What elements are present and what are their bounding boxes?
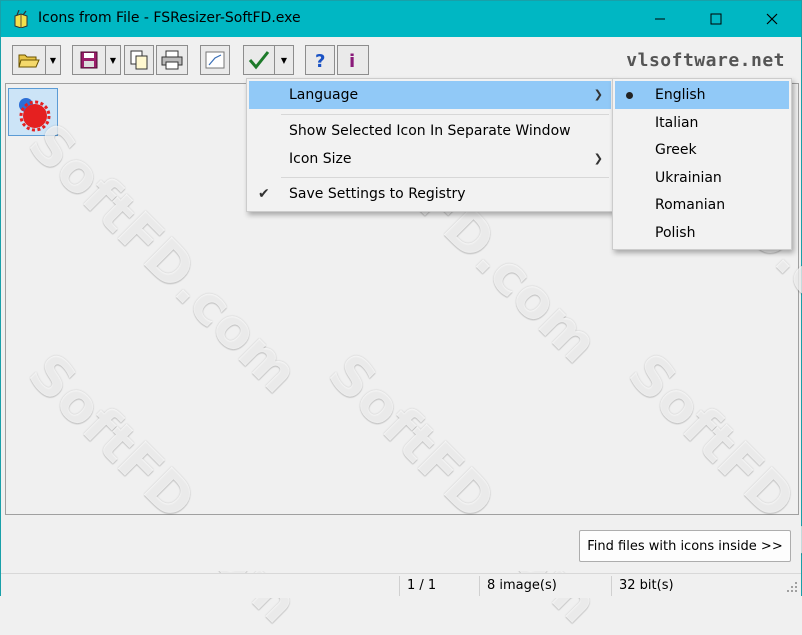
help-icon: ? (315, 51, 325, 70)
minimize-icon (655, 18, 665, 20)
close-button[interactable] (749, 1, 795, 37)
menu-item-icon-size[interactable]: Icon Size ❯ (249, 145, 611, 173)
floppy-disk-icon (80, 51, 98, 69)
status-bit-depth: 32 bit(s) (611, 576, 781, 596)
options-button[interactable] (243, 45, 275, 75)
copy-icon (130, 50, 148, 70)
language-label: Polish (655, 225, 696, 241)
gear-pair-icon (19, 98, 51, 132)
open-button[interactable] (12, 45, 46, 75)
open-dropdown-arrow[interactable]: ▼ (45, 45, 61, 75)
maximize-icon (710, 13, 722, 25)
status-image-count: 8 image(s) (479, 576, 611, 596)
title-bar: Icons from File - FSResizer-SoftFD.exe (1, 1, 801, 37)
chevron-right-icon: ❯ (593, 88, 603, 101)
minimize-button[interactable] (637, 1, 683, 37)
save-button[interactable] (72, 45, 106, 75)
menu-item-label: Icon Size (289, 151, 352, 167)
menu-separator (281, 114, 609, 115)
copy-button[interactable] (124, 45, 154, 75)
resize-grip-icon[interactable] (786, 581, 798, 593)
menu-item-label: Language (289, 87, 359, 103)
help-button[interactable]: ? (305, 45, 335, 75)
svg-text:i: i (349, 51, 355, 70)
menu-separator (281, 177, 609, 178)
language-item-greek[interactable]: Greek (615, 136, 789, 164)
chevron-right-icon: ❯ (593, 152, 603, 165)
open-folder-icon (18, 54, 40, 68)
language-label: Italian (655, 115, 699, 131)
checkmark-icon (248, 51, 270, 70)
icon-thumbnail[interactable] (8, 88, 58, 136)
menu-item-language[interactable]: Language ❯ (249, 81, 611, 109)
find-files-button[interactable]: Find files with icons inside >> (579, 530, 791, 562)
language-item-ukrainian[interactable]: Ukrainian (615, 164, 789, 192)
language-submenu: English Italian Greek Ukrainian Romanian… (612, 78, 792, 250)
print-button[interactable] (156, 45, 188, 75)
preview-button[interactable] (200, 45, 230, 75)
language-item-romanian[interactable]: Romanian (615, 191, 789, 219)
menu-item-save-settings[interactable]: ✔ Save Settings to Registry (249, 180, 611, 208)
app-window: Icons from File - FSResizer-SoftFD.exe ▼ (0, 0, 802, 635)
language-label: Romanian (655, 197, 726, 213)
options-menu: Language ❯ Show Selected Icon In Separat… (246, 78, 614, 212)
printer-icon (161, 50, 183, 70)
language-label: Ukrainian (655, 170, 722, 186)
chevron-down-icon: ▼ (109, 55, 117, 65)
status-page: 1 / 1 (399, 576, 479, 596)
language-label: Greek (655, 142, 697, 158)
language-label: English (655, 87, 706, 103)
window-title: Icons from File - FSResizer-SoftFD.exe (38, 10, 301, 26)
maximize-button[interactable] (693, 1, 739, 37)
close-icon (766, 13, 778, 25)
chevron-down-icon: ▼ (49, 55, 57, 65)
language-item-polish[interactable]: Polish (615, 219, 789, 247)
image-preview-icon (205, 51, 225, 69)
svg-text:?: ? (315, 51, 325, 70)
radio-bullet-icon (626, 92, 633, 99)
check-icon: ✔ (258, 186, 270, 202)
chevron-down-icon: ▼ (280, 55, 288, 65)
save-dropdown-arrow[interactable]: ▼ (105, 45, 121, 75)
menu-item-label: Save Settings to Registry (289, 186, 466, 202)
info-icon: i (349, 51, 355, 70)
brand-label: vlsoftware.net (626, 50, 785, 71)
about-button[interactable]: i (337, 45, 369, 75)
menu-item-label: Show Selected Icon In Separate Window (289, 123, 571, 139)
app-icon (14, 10, 28, 28)
options-dropdown-arrow[interactable]: ▼ (274, 45, 294, 75)
menu-item-show-selected-icon[interactable]: Show Selected Icon In Separate Window (249, 117, 611, 145)
status-bar: 1 / 1 8 image(s) 32 bit(s) (1, 573, 801, 598)
language-item-italian[interactable]: Italian (615, 109, 789, 137)
language-item-english[interactable]: English (615, 81, 789, 109)
toolbar: ▼ ▼ ▼ ? i vlsoftware.net (1, 37, 801, 81)
